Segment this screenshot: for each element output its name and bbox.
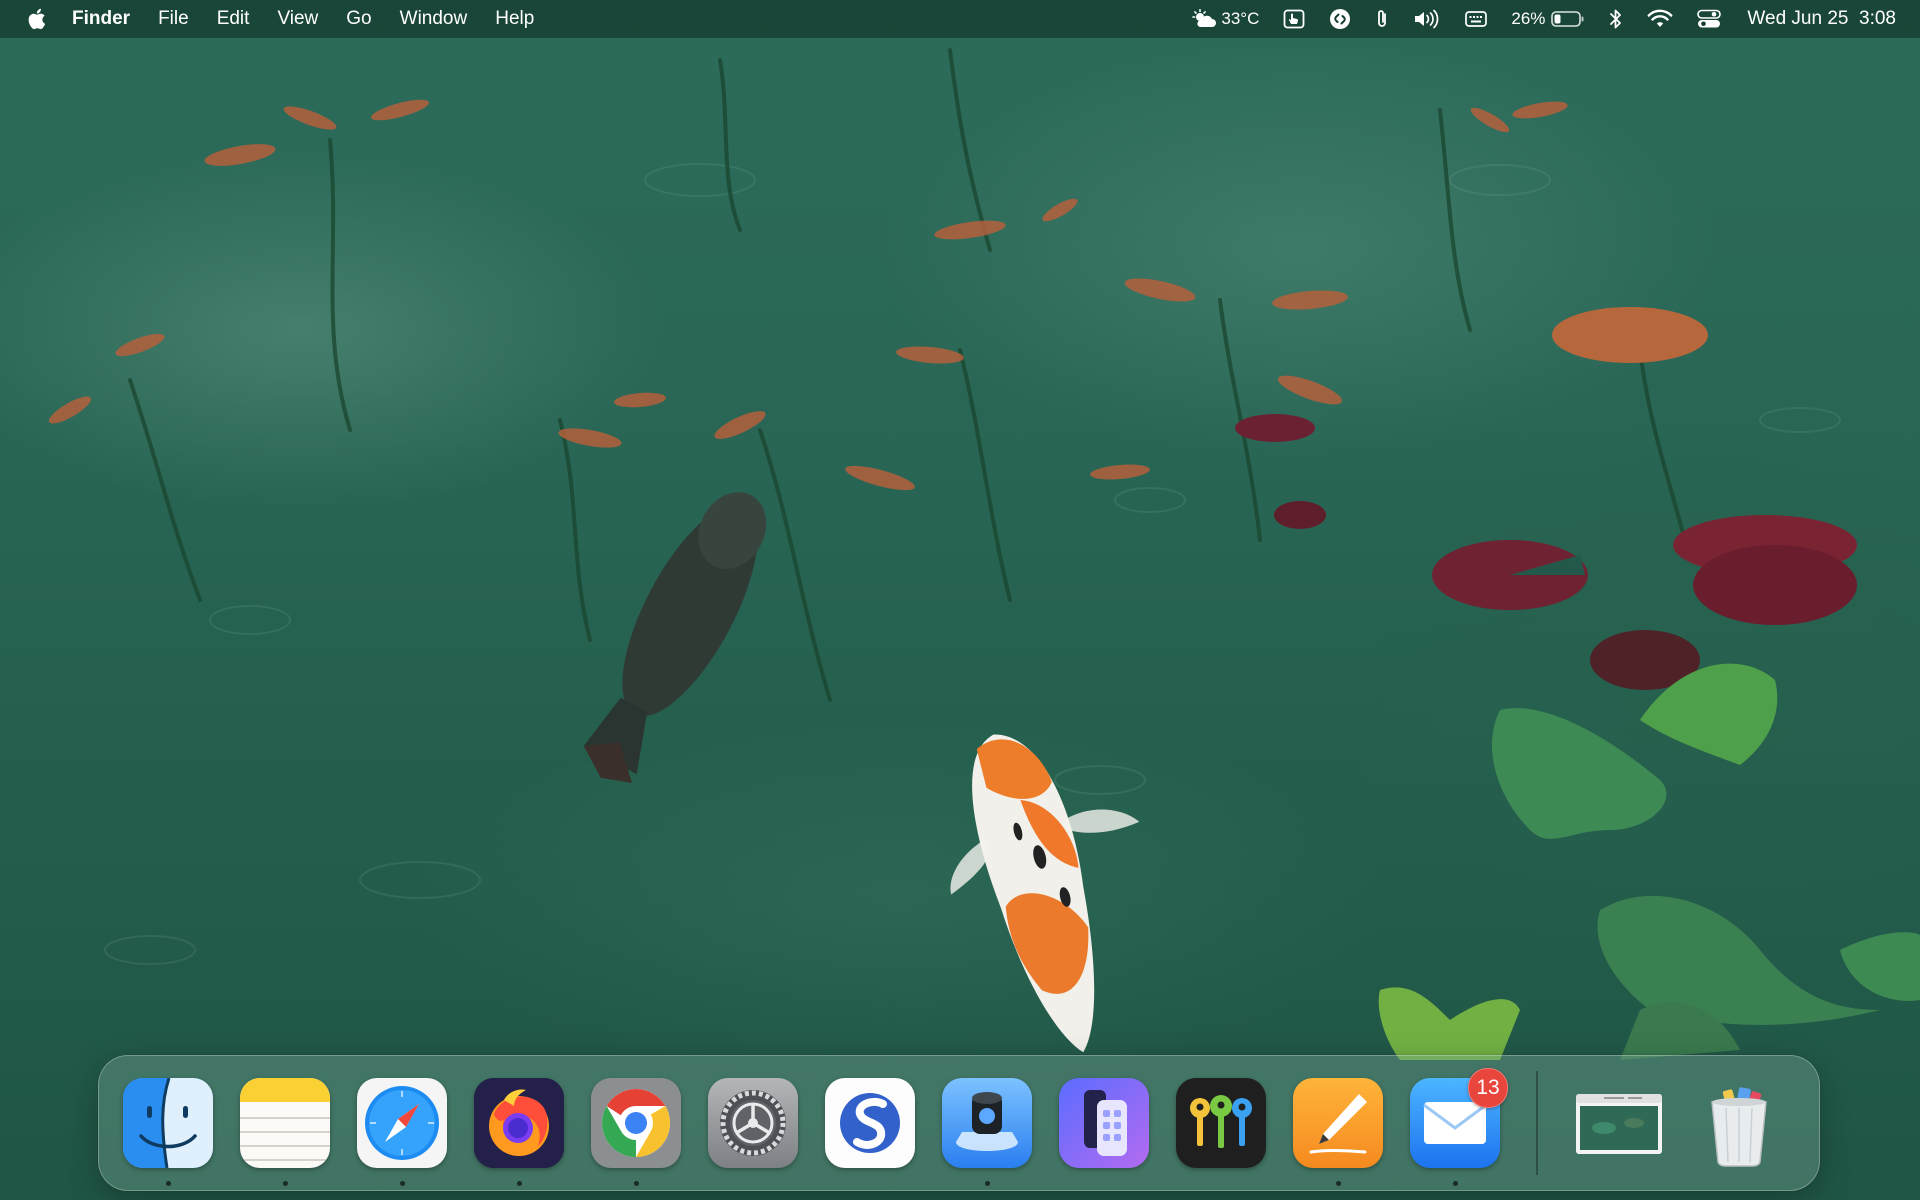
dock-item-iphone-mirroring[interactable]	[1059, 1078, 1149, 1168]
dock-item-trash[interactable]	[1694, 1078, 1784, 1168]
firefox-icon	[474, 1078, 564, 1168]
shazam-status[interactable]	[1317, 0, 1363, 38]
dock-separator	[1536, 1071, 1538, 1175]
running-indicator	[517, 1181, 522, 1186]
menu-file[interactable]: File	[144, 0, 203, 38]
bluetooth-icon	[1610, 9, 1622, 29]
hand-pointer-icon	[1283, 9, 1305, 29]
wifi-status[interactable]	[1635, 0, 1685, 38]
weather-temperature: 33°C	[1221, 9, 1260, 28]
volume-status[interactable]	[1401, 0, 1453, 38]
dock-item-notes[interactable]	[240, 1078, 330, 1186]
menu-bar-clock[interactable]: Wed Jun 25 3:08	[1733, 0, 1896, 38]
dock-item-firefox[interactable]	[474, 1078, 564, 1186]
menu-bar: Finder File Edit View Go Window Help 33°…	[0, 0, 1920, 38]
input-source-status[interactable]	[1453, 0, 1499, 38]
dock-item-passwords[interactable]	[1176, 1078, 1266, 1168]
dock-item-chrome[interactable]	[591, 1078, 681, 1186]
menu-help[interactable]: Help	[481, 0, 548, 38]
menu-window[interactable]: Window	[386, 0, 482, 38]
pages-pen-icon	[1293, 1078, 1383, 1168]
running-indicator	[985, 1181, 990, 1186]
battery-percent: 26%	[1511, 9, 1546, 28]
running-indicator	[1453, 1181, 1458, 1186]
menu-bar-left: Finder File Edit View Go Window Help	[0, 0, 548, 38]
dock: 13	[98, 1055, 1820, 1191]
screen-capture-status[interactable]	[1271, 0, 1317, 38]
speaker-volume-icon	[1415, 9, 1439, 29]
chrome-icon	[591, 1078, 681, 1168]
dock-item-mail[interactable]: 13	[1410, 1068, 1508, 1186]
keyboard-icon	[1465, 11, 1488, 27]
pond-scene	[48, 48, 1920, 1060]
running-indicator	[283, 1181, 288, 1186]
paperclip-icon	[1378, 10, 1387, 27]
partly-cloudy-icon	[1192, 9, 1217, 27]
running-indicator	[634, 1181, 639, 1186]
simplenote-icon	[825, 1078, 915, 1168]
weather-status[interactable]: 33°C	[1179, 0, 1271, 38]
apple-logo-icon[interactable]	[24, 7, 48, 31]
running-indicator	[1336, 1181, 1341, 1186]
control-center-icon	[1697, 9, 1722, 28]
menu-view[interactable]: View	[263, 0, 332, 38]
dock-item-minimized-window[interactable]	[1574, 1078, 1664, 1168]
dock-item-safari[interactable]	[357, 1078, 447, 1186]
safari-icon	[357, 1078, 447, 1168]
wifi-icon	[1648, 9, 1673, 27]
control-center-status[interactable]	[1685, 0, 1733, 38]
battery-status[interactable]: 26%	[1499, 0, 1597, 38]
attachment-status[interactable]	[1363, 0, 1401, 38]
running-indicator	[400, 1181, 405, 1186]
desktop-wallpaper	[0, 0, 1920, 1200]
dock-item-system-settings[interactable]	[708, 1078, 798, 1168]
window-thumbnail-icon	[1574, 1078, 1664, 1168]
finder-icon	[123, 1078, 213, 1168]
menu-finder[interactable]: Finder	[70, 0, 144, 38]
menu-edit[interactable]: Edit	[203, 0, 264, 38]
bluetooth-status[interactable]	[1597, 0, 1635, 38]
menu-bar-status-area: 33°C 26% Wed Jun 25 3:08	[1179, 0, 1920, 38]
menu-go[interactable]: Go	[332, 0, 385, 38]
settings-gear-icon	[708, 1078, 798, 1168]
passwords-keys-icon	[1176, 1078, 1266, 1168]
notes-icon	[240, 1078, 330, 1168]
mail-unread-badge: 13	[1468, 1068, 1508, 1108]
dock-item-finder[interactable]	[123, 1078, 213, 1186]
battery-icon	[1551, 11, 1584, 27]
trash-full-icon	[1694, 1078, 1784, 1168]
shazam-icon	[1330, 9, 1351, 29]
preview-lens-icon	[942, 1078, 1032, 1168]
running-indicator	[166, 1181, 171, 1186]
dock-item-preview[interactable]	[942, 1078, 1032, 1186]
dock-item-pages[interactable]	[1293, 1078, 1383, 1186]
dock-item-simplenote[interactable]	[825, 1078, 915, 1168]
phone-mirroring-icon	[1059, 1078, 1149, 1168]
